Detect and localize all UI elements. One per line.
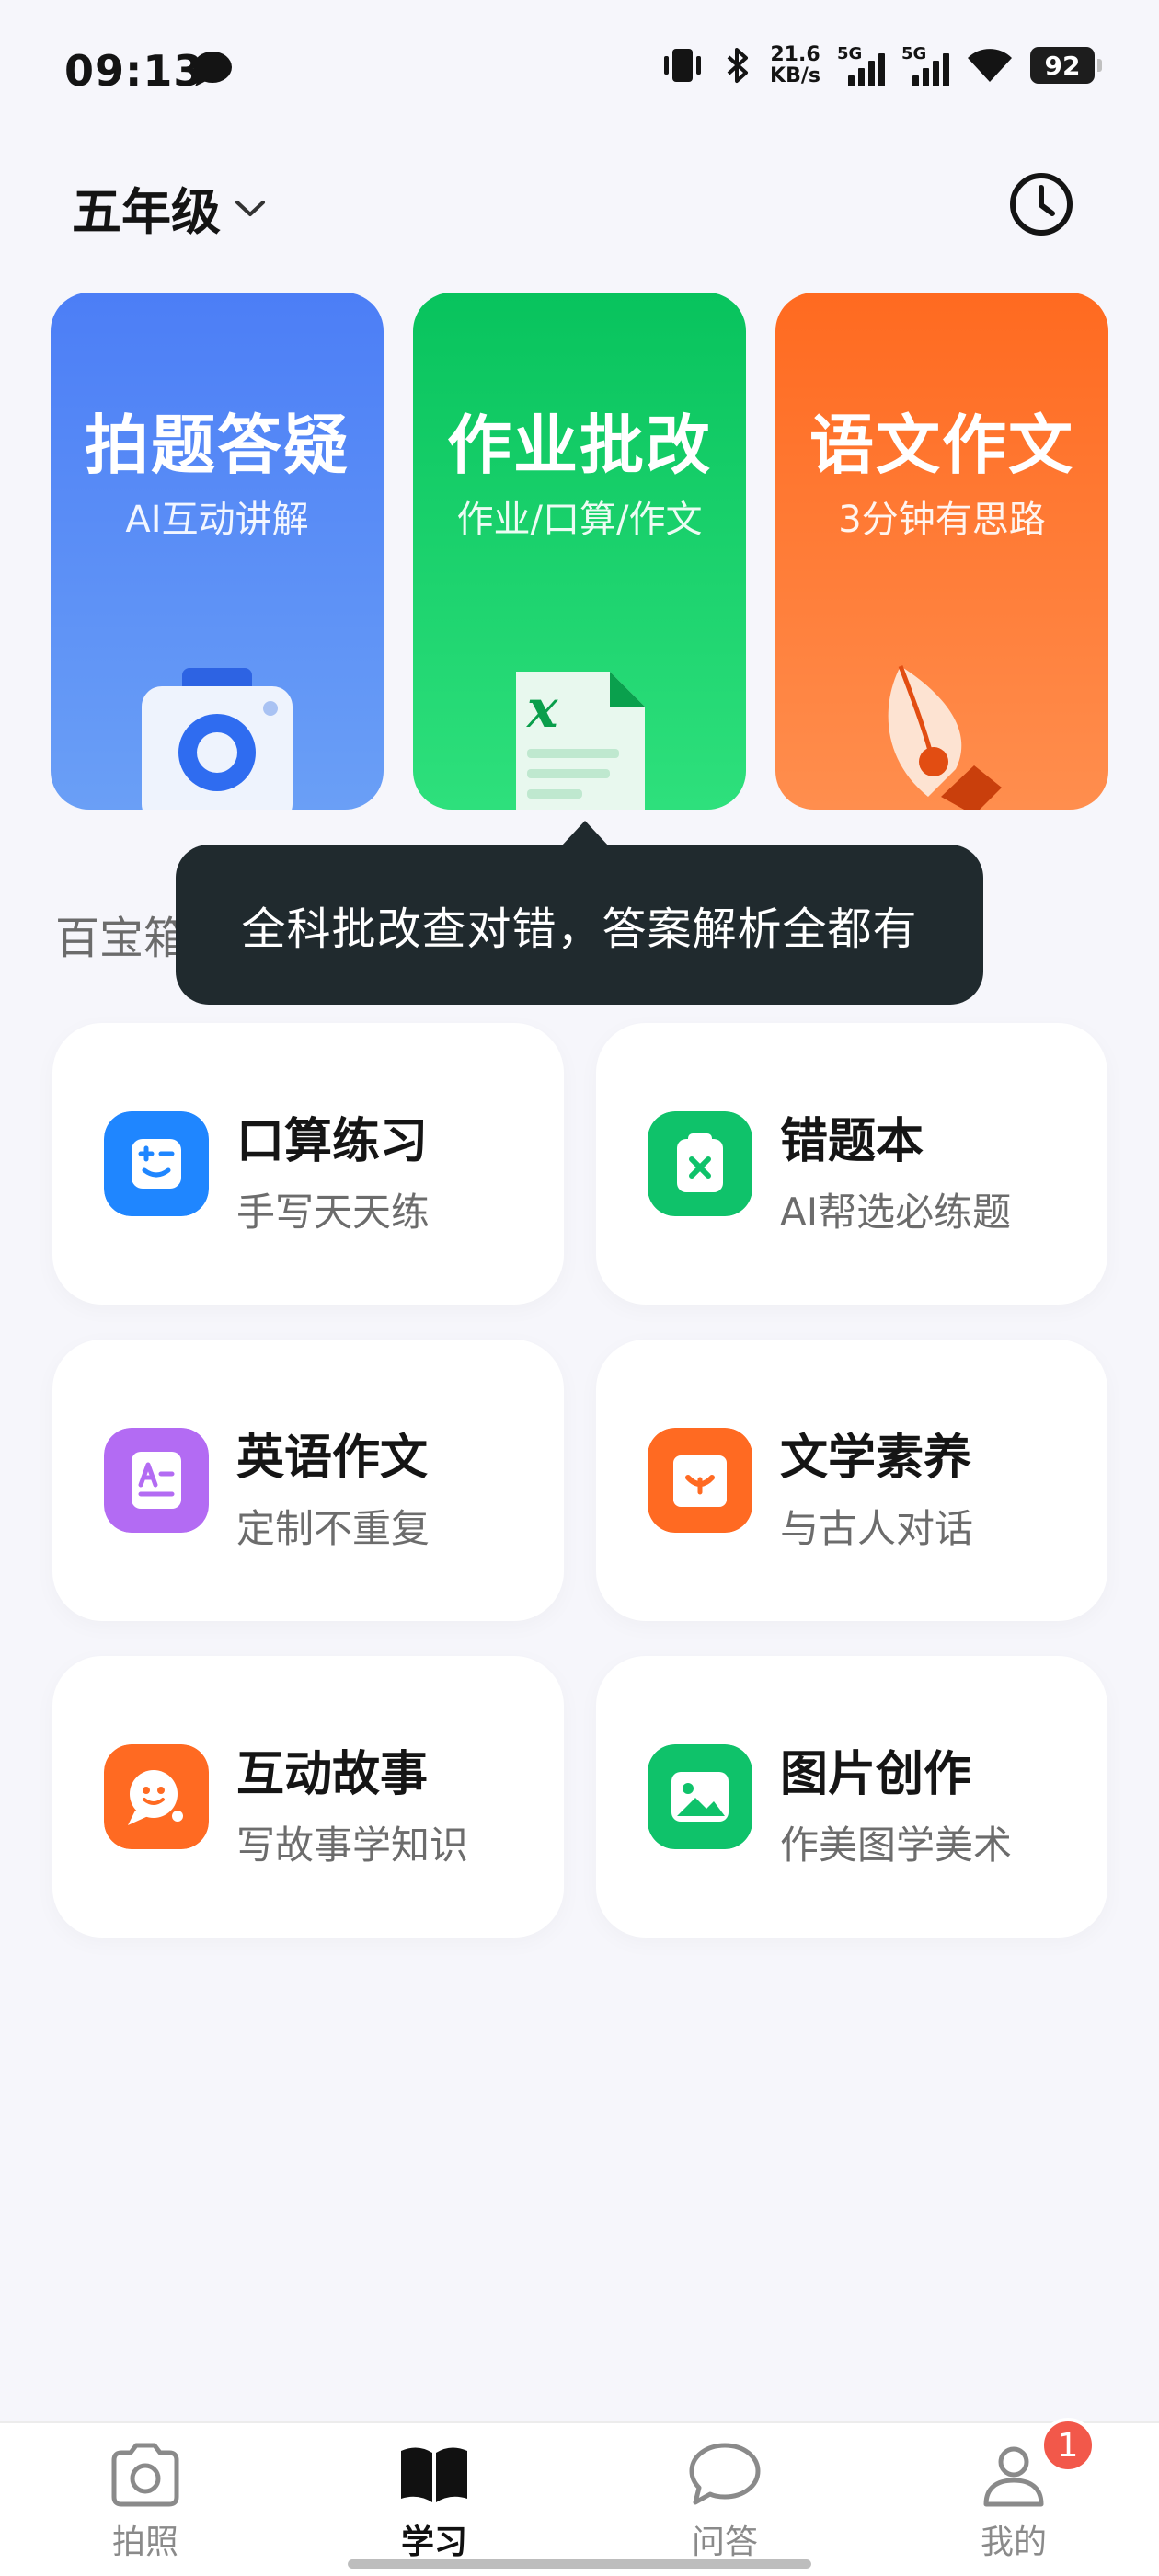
hero-subtitle: AI互动讲解 <box>125 499 309 541</box>
feature-card-literature[interactable]: 文学素养 与古人对话 <box>596 1340 1107 1621</box>
excel-document-icon: x <box>516 672 645 810</box>
bottom-nav: 拍照 学习 问答 我的 <box>0 2421 1159 2576</box>
tooltip-arrow <box>561 821 609 846</box>
grade-selector[interactable]: 五年级 <box>72 171 269 244</box>
home-indicator[interactable] <box>348 2559 811 2569</box>
tab-label: 学习 <box>400 2524 467 2561</box>
feature-card-oral-math[interactable]: 口算练习 手写天天练 <box>52 1023 564 1305</box>
feature-desc: 作美图学美术 <box>780 1823 1013 1868</box>
grade-label: 五年级 <box>72 183 221 241</box>
svg-text:x: x <box>526 679 558 740</box>
feature-desc: 与古人对话 <box>780 1506 974 1551</box>
status-bar: 09:13 21.6 KB/s 5G 5G 92 <box>0 0 1159 138</box>
tooltip-text: 全科批改查对错，答案解析全都有 <box>241 903 918 955</box>
net-speed: 21.6 KB/s <box>770 44 820 86</box>
book-smile-icon <box>648 1428 752 1533</box>
net-speed-value: 21.6 <box>770 43 820 66</box>
pen-nib-icon <box>888 665 1002 810</box>
tab-qa[interactable]: 问答 <box>651 2440 798 2569</box>
hero-card-homework-grading[interactable]: 作业批改 作业/口算/作文 x <box>413 293 746 810</box>
hero-title: 语文作文 <box>809 407 1074 483</box>
tab-study[interactable]: 学习 <box>361 2440 508 2569</box>
feature-name: 错题本 <box>780 1114 924 1169</box>
tab-label: 问答 <box>691 2524 758 2561</box>
feature-card-wrong-questions[interactable]: 错题本 AI帮选必练题 <box>596 1023 1107 1305</box>
feature-name: 文学素养 <box>780 1431 972 1486</box>
feature-desc: 写故事学知识 <box>236 1823 469 1868</box>
signal-icon-2: 5G <box>901 44 949 86</box>
math-face-icon <box>104 1111 209 1216</box>
feature-name: 英语作文 <box>236 1431 429 1486</box>
hero-card-photo-qa[interactable]: 拍题答疑 AI互动讲解 <box>51 293 384 810</box>
feature-card-english-essay[interactable]: 英语作文 定制不重复 <box>52 1340 564 1621</box>
picture-icon <box>648 1744 752 1849</box>
chat-bubble-icon <box>193 52 232 86</box>
app-page: 09:13 21.6 KB/s 5G 5G 92 五年级 拍题答疑 AI互动讲解… <box>0 0 1159 2576</box>
wifi-icon <box>968 49 1012 82</box>
feature-card-interactive-story[interactable]: 互动故事 写故事学知识 <box>52 1656 564 1938</box>
tab-camera[interactable]: 拍照 <box>72 2440 219 2569</box>
status-time: 09:13 <box>64 46 204 96</box>
letter-a-doc-icon <box>104 1428 209 1533</box>
hero-card-chinese-essay[interactable]: 语文作文 3分钟有思路 <box>775 293 1108 810</box>
net-speed-unit: KB/s <box>770 64 820 87</box>
feature-name: 图片创作 <box>780 1747 972 1802</box>
chat-outline-icon <box>689 2443 761 2505</box>
chat-smile-icon <box>104 1744 209 1849</box>
battery-icon: 92 <box>1030 47 1102 84</box>
feature-name: 口算练习 <box>236 1114 429 1169</box>
clipboard-x-icon <box>648 1111 752 1216</box>
tooltip[interactable]: 全科批改查对错，答案解析全都有 <box>176 845 983 1005</box>
chevron-down-icon <box>235 200 265 216</box>
tab-label: 拍照 <box>111 2524 178 2561</box>
tab-label: 我的 <box>980 2524 1047 2561</box>
feature-desc: 定制不重复 <box>236 1506 430 1551</box>
feature-desc: AI帮选必练题 <box>780 1190 1012 1235</box>
status-icons: 21.6 KB/s 5G 5G 92 <box>660 44 1102 86</box>
hero-subtitle: 作业/口算/作文 <box>456 499 703 541</box>
hero-subtitle: 3分钟有思路 <box>838 499 1046 541</box>
feature-desc: 手写天天练 <box>236 1190 430 1235</box>
battery-level: 92 <box>1044 50 1081 81</box>
bluetooth-icon <box>727 48 749 83</box>
feature-name: 互动故事 <box>236 1747 429 1802</box>
hero-title: 拍题答疑 <box>85 407 350 483</box>
vibrate-icon <box>664 49 702 82</box>
signal-icon: 5G <box>837 44 885 86</box>
notification-badge: 1 <box>1040 2418 1096 2473</box>
clock-icon[interactable] <box>1008 171 1074 237</box>
hero-title: 作业批改 <box>447 407 712 483</box>
feature-card-image-creation[interactable]: 图片创作 作美图学美术 <box>596 1656 1107 1938</box>
camera-outline-icon <box>111 2443 179 2507</box>
book-filled-icon <box>401 2447 467 2502</box>
camera-icon <box>142 668 293 810</box>
section-title: 百宝箱 <box>55 913 189 964</box>
